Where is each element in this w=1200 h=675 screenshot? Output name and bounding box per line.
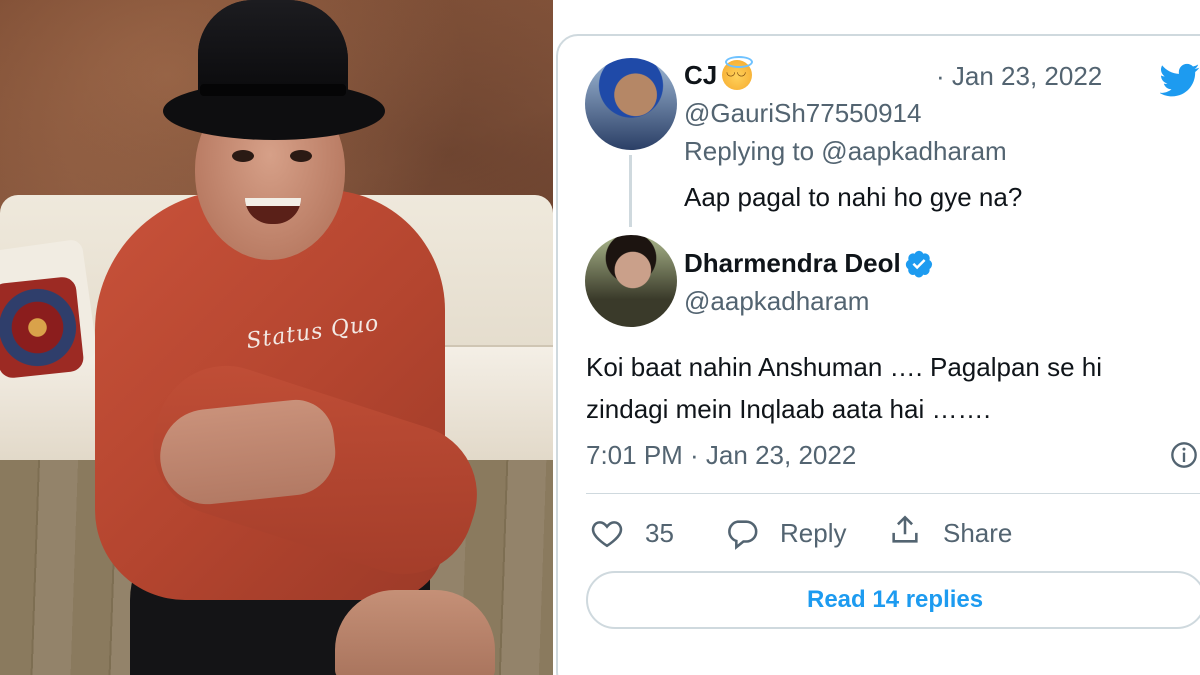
info-icon[interactable] xyxy=(1170,441,1198,469)
thread-line xyxy=(629,155,632,227)
heart-icon[interactable] xyxy=(590,516,624,550)
reply-icon[interactable] xyxy=(725,516,759,550)
verified-badge-icon xyxy=(905,250,933,278)
avatar-dharmendra[interactable] xyxy=(585,235,677,327)
right-eye xyxy=(290,150,312,162)
share-icon[interactable] xyxy=(888,513,922,547)
parent-tweet-text: Aap pagal to nahi ho gye na? xyxy=(684,182,1023,212)
replying-to[interactable]: Replying to @aapkadharam xyxy=(684,136,1007,166)
reply-display-name[interactable]: Dharmendra Deol xyxy=(684,248,901,278)
reply-handle[interactable]: @aapkadharam xyxy=(684,286,869,316)
reply-text-line-1: Koi baat nahin Anshuman …. Pagalpan se h… xyxy=(586,352,1103,382)
avatar-cj[interactable] xyxy=(585,58,677,150)
reply-text-line-2: zindagi mein Inqlaab aata hai ……. xyxy=(586,394,991,424)
parent-display-name[interactable]: CJ xyxy=(684,60,717,90)
profile-photo: Status Quo xyxy=(0,0,553,675)
like-count[interactable]: 35 xyxy=(645,518,674,548)
parent-date[interactable]: · Jan 23, 2022 xyxy=(936,61,1102,91)
hat-band xyxy=(200,84,346,96)
twitter-bird-icon[interactable] xyxy=(1160,60,1200,100)
hat-crown-front xyxy=(198,0,348,95)
halo-emoji-icon xyxy=(722,56,753,90)
divider xyxy=(586,493,1200,494)
bare-foot xyxy=(335,590,495,675)
reply-button[interactable]: Reply xyxy=(780,518,846,548)
embroidered-cushion xyxy=(0,275,85,380)
share-button[interactable]: Share xyxy=(943,518,1012,548)
left-eye xyxy=(232,150,254,162)
read-replies-label[interactable]: Read 14 replies xyxy=(807,585,983,615)
parent-handle[interactable]: @GauriSh77550914 xyxy=(684,98,921,128)
reply-timestamp[interactable]: 7:01 PM · Jan 23, 2022 xyxy=(586,440,856,470)
